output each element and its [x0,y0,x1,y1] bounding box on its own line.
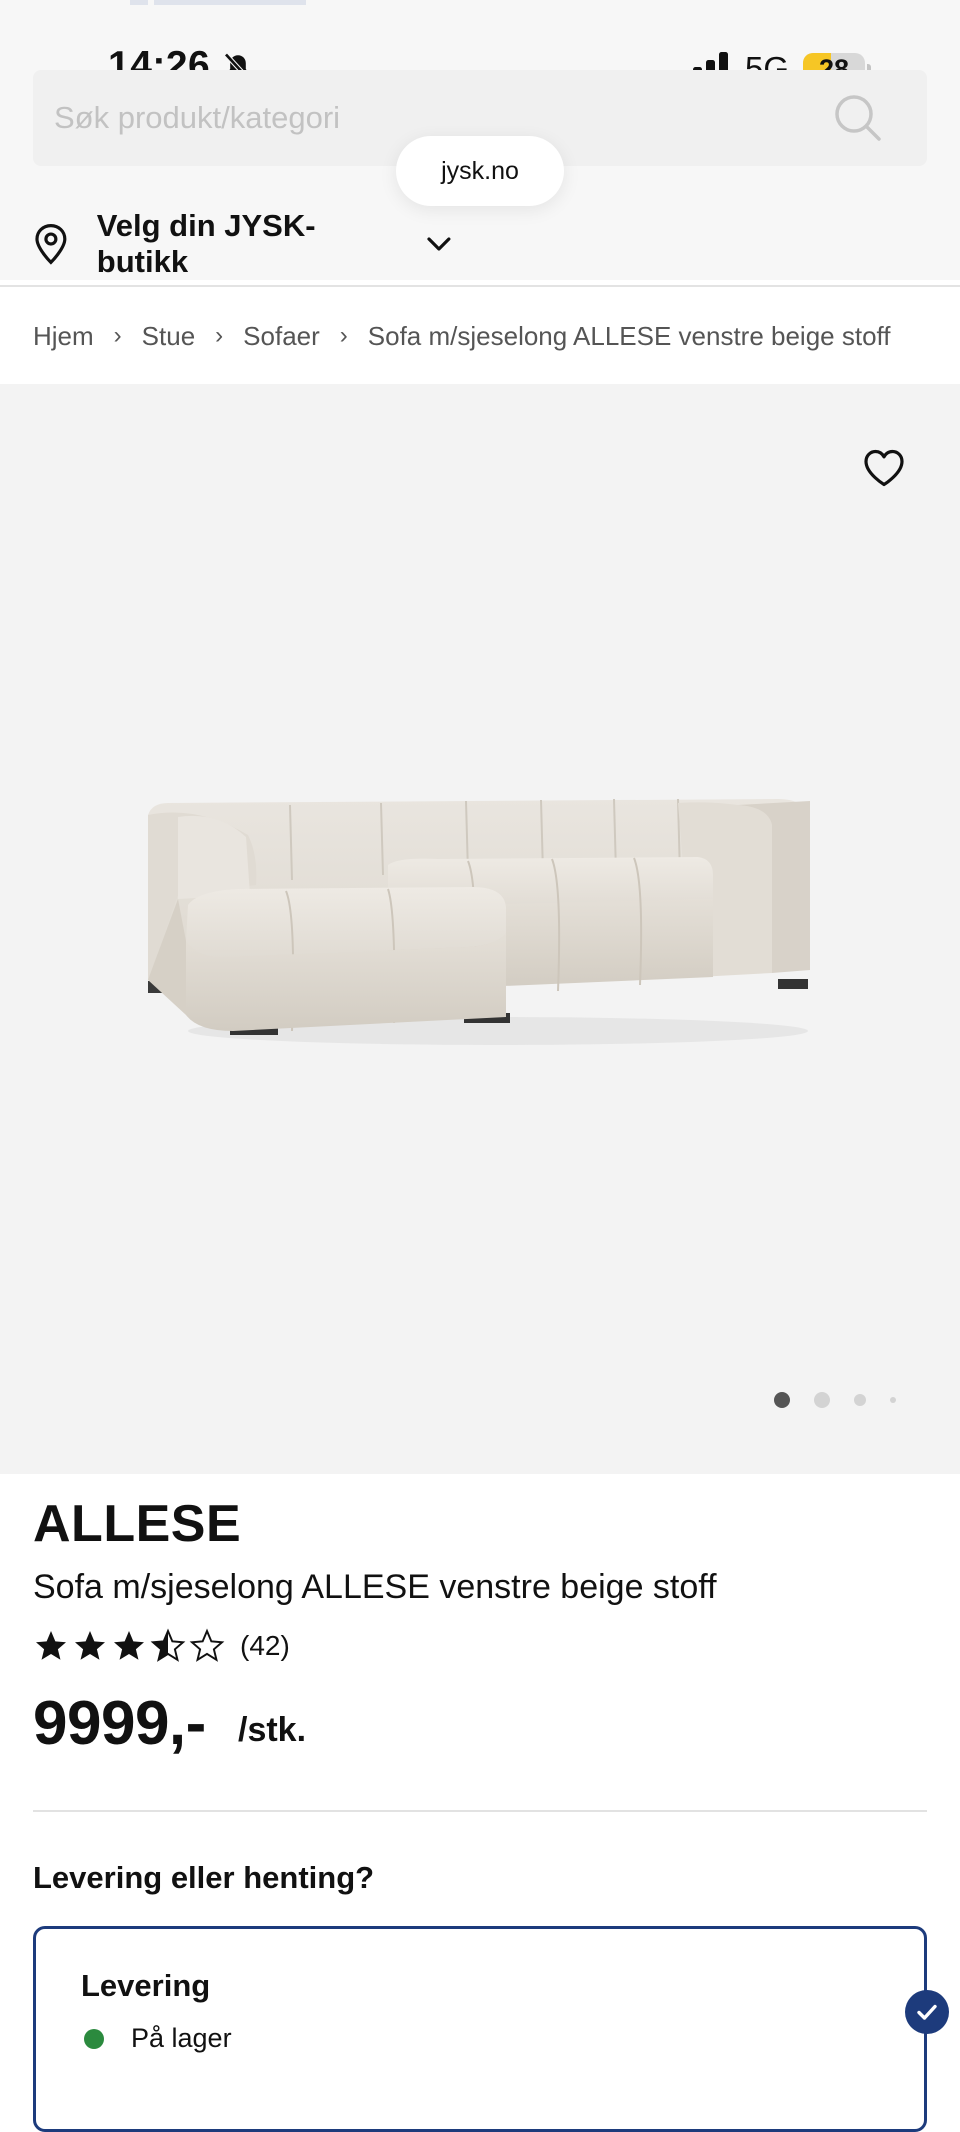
stock-status-dot [84,2029,104,2049]
product-rating[interactable]: (42) [33,1626,290,1666]
carousel-dot[interactable] [814,1392,830,1408]
pin-icon [35,224,67,265]
product-name: ALLESE [33,1495,242,1553]
breadcrumb-separator: › [215,322,224,349]
header-divider [0,285,960,287]
price-unit: /stk. [238,1711,307,1749]
star-half-icon [150,1628,186,1662]
star-full-icon [36,1631,66,1660]
store-selector[interactable]: Velg din JYSK-butikk [33,208,453,279]
star-full-icon [114,1631,144,1660]
star-empty-icon [189,1628,225,1662]
delivery-option-title: Levering [81,1968,211,2003]
breadcrumb-item-home[interactable]: Hjem [33,321,94,352]
review-count: (42) [240,1630,290,1661]
check-icon [905,1990,949,2034]
store-selector-label: Velg din JYSK-butikk [96,208,316,279]
section-divider [33,1810,927,1812]
breadcrumb-separator: › [339,322,348,349]
tab-indicator [130,0,148,5]
breadcrumb-item-sofaer[interactable]: Sofaer [243,321,320,352]
breadcrumb: Hjem › Stue › Sofaer › Sofa m/sjeselong … [33,316,891,356]
breadcrumb-separator: › [113,322,122,349]
tab-indicator [154,0,306,5]
carousel-dot[interactable] [890,1397,896,1403]
delivery-heading: Levering eller henting? [33,1860,375,1895]
sofa-image [148,798,810,1045]
checkmark-icon [917,2004,937,2020]
product-price: 9999,- [33,1689,206,1758]
breadcrumb-item-current: Sofa m/sjeselong ALLESE venstre beige st… [367,320,891,351]
url-pill[interactable]: jysk.no [396,136,564,206]
search-icon[interactable] [833,93,883,143]
carousel-dot[interactable] [854,1394,866,1406]
chevron-down-icon [427,237,451,251]
product-description: Sofa m/sjeselong ALLESE venstre beige st… [33,1568,717,1606]
stock-status: På lager [131,2023,232,2053]
carousel-dots[interactable] [774,1392,896,1408]
breadcrumb-item-stue[interactable]: Stue [142,321,196,352]
star-full-icon [75,1631,105,1660]
search-placeholder: Søk produkt/kategori [54,100,341,135]
carousel-dot-active[interactable] [774,1392,790,1408]
heart-icon[interactable] [862,448,906,488]
